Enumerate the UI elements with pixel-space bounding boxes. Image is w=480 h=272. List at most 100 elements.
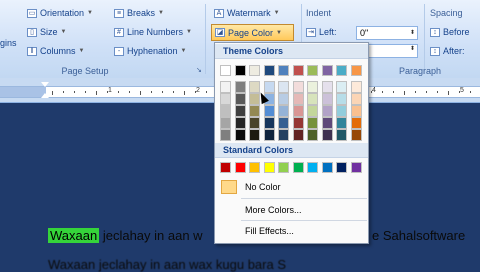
theme-shade-swatch[interactable] <box>234 105 246 117</box>
more-colors-label: More Colors... <box>245 205 302 215</box>
line-numbers-button[interactable]: # Line Numbers ▼ <box>114 27 192 37</box>
theme-shade-swatch[interactable] <box>336 117 347 129</box>
ruler-tick <box>382 91 383 93</box>
hanging-indent-marker[interactable] <box>41 93 49 98</box>
breaks-button[interactable]: ≡ Breaks ▼ <box>114 8 164 18</box>
theme-shade-swatch[interactable] <box>278 117 289 129</box>
theme-color-swatch[interactable] <box>249 65 260 76</box>
theme-color-swatch[interactable] <box>307 65 318 76</box>
theme-shade-swatch[interactable] <box>307 93 318 105</box>
theme-shade-swatch[interactable] <box>249 117 260 129</box>
theme-shade-swatch[interactable] <box>336 81 347 93</box>
theme-shade-swatch[interactable] <box>220 117 231 129</box>
theme-shade-swatch[interactable] <box>234 129 246 141</box>
theme-shade-swatch[interactable] <box>307 117 318 129</box>
watermark-icon: A <box>214 8 224 18</box>
spacing-after[interactable]: ↕ After: <box>430 46 465 56</box>
theme-shade-swatch[interactable] <box>350 81 362 93</box>
theme-shade-swatch[interactable] <box>350 93 362 105</box>
theme-shade-swatch[interactable] <box>307 105 318 117</box>
theme-color-swatch[interactable] <box>263 65 275 76</box>
standard-color-swatch[interactable] <box>249 162 260 173</box>
ruler-tick <box>173 91 174 93</box>
theme-shade-swatch[interactable] <box>278 93 289 105</box>
hyphenation-button[interactable]: - Hyphenation ▼ <box>114 46 187 56</box>
theme-shade-swatch[interactable] <box>307 129 318 141</box>
more-colors-item[interactable]: More Colors... <box>215 201 368 219</box>
standard-color-swatch[interactable] <box>292 162 304 173</box>
theme-shade-swatch[interactable] <box>292 81 304 93</box>
chevron-down-icon: ▼ <box>78 48 85 54</box>
standard-color-swatch[interactable] <box>336 162 347 173</box>
standard-color-swatch[interactable] <box>263 162 275 173</box>
theme-shade-swatch[interactable] <box>263 81 275 93</box>
standard-color-swatch[interactable] <box>220 162 231 173</box>
spinner-icon[interactable]: ⬍ <box>410 27 415 39</box>
theme-shade-swatch[interactable] <box>220 129 231 141</box>
theme-color-swatch[interactable] <box>350 65 362 76</box>
chevron-down-icon: ▼ <box>273 10 280 16</box>
theme-shade-swatch[interactable] <box>292 105 304 117</box>
page-color-button[interactable]: ◪ Page Color ▼ <box>211 24 294 41</box>
columns-button[interactable]: ‖ Columns ▼ <box>27 46 84 56</box>
theme-shade-swatch[interactable] <box>321 105 333 117</box>
theme-shade-swatch[interactable] <box>350 105 362 117</box>
standard-color-swatch[interactable] <box>234 162 246 173</box>
theme-shade-swatch[interactable] <box>220 81 231 93</box>
theme-shade-swatch[interactable] <box>321 93 333 105</box>
theme-shade-swatch[interactable] <box>292 117 304 129</box>
dialog-launcher-icon[interactable]: ↘ <box>196 66 202 74</box>
theme-shade-swatch[interactable] <box>263 129 275 141</box>
spinner-icon[interactable]: ⬍ <box>410 45 415 52</box>
theme-shade-swatch[interactable] <box>234 117 246 129</box>
theme-shade-swatch[interactable] <box>263 105 275 117</box>
theme-shade-swatch[interactable] <box>350 117 362 129</box>
theme-shade-swatch[interactable] <box>249 129 260 141</box>
indent-label: Indent <box>306 8 332 18</box>
theme-shade-swatch[interactable] <box>292 129 304 141</box>
theme-shade-swatch[interactable] <box>336 105 347 117</box>
theme-shade-swatch[interactable] <box>249 81 260 93</box>
margins-button[interactable]: gins <box>0 38 17 48</box>
theme-shade-swatch[interactable] <box>249 105 260 117</box>
theme-color-swatch[interactable] <box>234 65 246 76</box>
theme-shade-swatch[interactable] <box>336 93 347 105</box>
watermark-button[interactable]: A Watermark ▼ <box>214 8 280 18</box>
theme-color-swatch[interactable] <box>321 65 333 76</box>
orientation-icon: ▭ <box>27 8 37 18</box>
size-button[interactable]: ▯ Size ▼ <box>27 27 66 37</box>
theme-shade-swatch[interactable] <box>220 105 231 117</box>
indent-left-input[interactable]: 0" ⬍ <box>356 26 418 40</box>
theme-shade-swatch[interactable] <box>278 105 289 117</box>
theme-color-swatch[interactable] <box>278 65 289 76</box>
theme-shade-swatch[interactable] <box>321 81 333 93</box>
fill-effects-item[interactable]: Fill Effects... <box>215 222 368 240</box>
theme-shade-swatch[interactable] <box>292 93 304 105</box>
theme-color-swatch[interactable] <box>220 65 231 76</box>
standard-color-swatch[interactable] <box>307 162 318 173</box>
theme-shade-swatch[interactable] <box>350 129 362 141</box>
line-numbers-icon: # <box>114 27 124 37</box>
page-color-label: Page Color <box>228 27 274 38</box>
orientation-button[interactable]: ▭ Orientation ▼ <box>27 8 93 18</box>
spacing-before[interactable]: ↕ Before <box>430 27 470 37</box>
standard-color-swatch[interactable] <box>321 162 333 173</box>
theme-color-swatch[interactable] <box>336 65 347 76</box>
ruler-tick <box>151 91 152 93</box>
theme-shade-swatch[interactable] <box>278 81 289 93</box>
theme-shade-swatch[interactable] <box>321 117 333 129</box>
standard-color-swatch[interactable] <box>278 162 289 173</box>
theme-shade-swatch[interactable] <box>220 93 231 105</box>
theme-shade-swatch[interactable] <box>278 129 289 141</box>
theme-shade-swatch[interactable] <box>234 81 246 93</box>
theme-color-swatch[interactable] <box>292 65 304 76</box>
theme-shade-swatch[interactable] <box>263 117 275 129</box>
first-line-indent-marker[interactable] <box>41 82 49 87</box>
spacing-before-icon: ↕ <box>430 27 440 37</box>
no-color-item[interactable]: No Color <box>215 178 368 196</box>
theme-shade-swatch[interactable] <box>321 129 333 141</box>
theme-shade-swatch[interactable] <box>234 93 246 105</box>
theme-shade-swatch[interactable] <box>307 81 318 93</box>
standard-color-swatch[interactable] <box>350 162 362 173</box>
theme-shade-swatch[interactable] <box>336 129 347 141</box>
